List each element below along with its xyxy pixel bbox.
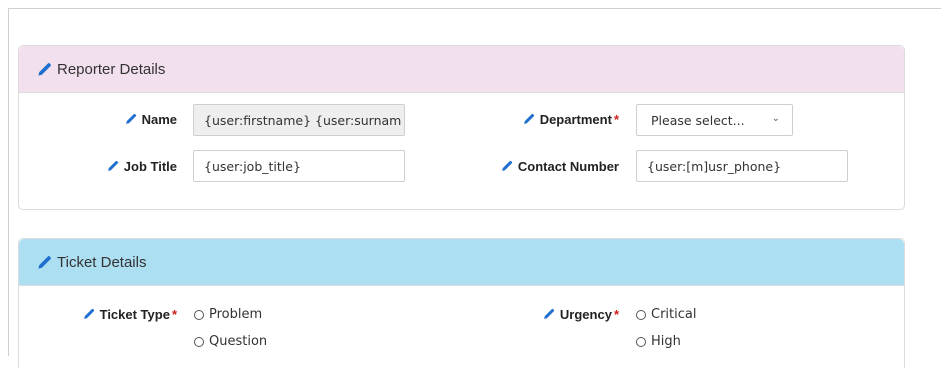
- department-select[interactable]: Please select... ⌄: [636, 104, 793, 136]
- chevron-down-icon: ⌄: [771, 113, 780, 124]
- required-marker: *: [613, 306, 619, 322]
- name-label: Name: [100, 112, 177, 127]
- pencil-icon: [83, 308, 95, 320]
- radio-icon: [194, 309, 204, 320]
- ticket-details-title: Ticket Details: [57, 253, 147, 271]
- job-title-label: Job Title: [80, 159, 177, 174]
- job-title-field[interactable]: {user:job_title}: [193, 150, 405, 182]
- department-selected-value: Please select...: [651, 112, 745, 128]
- pencil-icon: [125, 113, 137, 125]
- pencil-icon: [543, 308, 555, 320]
- pencil-icon: [523, 113, 535, 125]
- ticket-details-header: Ticket Details: [19, 239, 904, 286]
- reporter-details-title: Reporter Details: [57, 60, 166, 78]
- radio-icon: [636, 336, 646, 347]
- name-field[interactable]: {user:firstname} {user:surnam: [193, 104, 405, 136]
- required-marker: *: [171, 306, 177, 322]
- urgency-label: Urgency *: [520, 307, 619, 322]
- ticket-type-label-row: Ticket Type *: [60, 306, 177, 322]
- ticket-type-label: Ticket Type *: [60, 307, 177, 322]
- contact-number-label-row: Contact Number: [470, 158, 619, 174]
- name-label-row: Name: [100, 111, 177, 127]
- urgency-label-row: Urgency *: [520, 306, 619, 322]
- radio-icon: [636, 309, 646, 320]
- pencil-icon: [37, 255, 52, 270]
- pencil-icon: [501, 160, 513, 172]
- contact-number-field[interactable]: {user:[m]usr_phone}: [636, 150, 848, 182]
- ticket-type-option-question[interactable]: Question: [194, 334, 267, 349]
- reporter-details-header: Reporter Details: [19, 46, 904, 93]
- contact-number-label: Contact Number: [470, 159, 619, 174]
- ticket-type-option-problem[interactable]: Problem: [194, 307, 262, 322]
- pencil-icon: [37, 62, 52, 77]
- required-marker: *: [613, 111, 619, 127]
- department-label-row: Department *: [480, 111, 619, 127]
- ticket-details-panel: Ticket Details: [18, 238, 905, 368]
- radio-icon: [194, 336, 204, 347]
- urgency-option-critical[interactable]: Critical: [636, 307, 696, 322]
- pencil-icon: [107, 160, 119, 172]
- job-title-label-row: Job Title: [80, 158, 177, 174]
- department-label: Department *: [480, 112, 619, 127]
- urgency-option-high[interactable]: High: [636, 334, 681, 349]
